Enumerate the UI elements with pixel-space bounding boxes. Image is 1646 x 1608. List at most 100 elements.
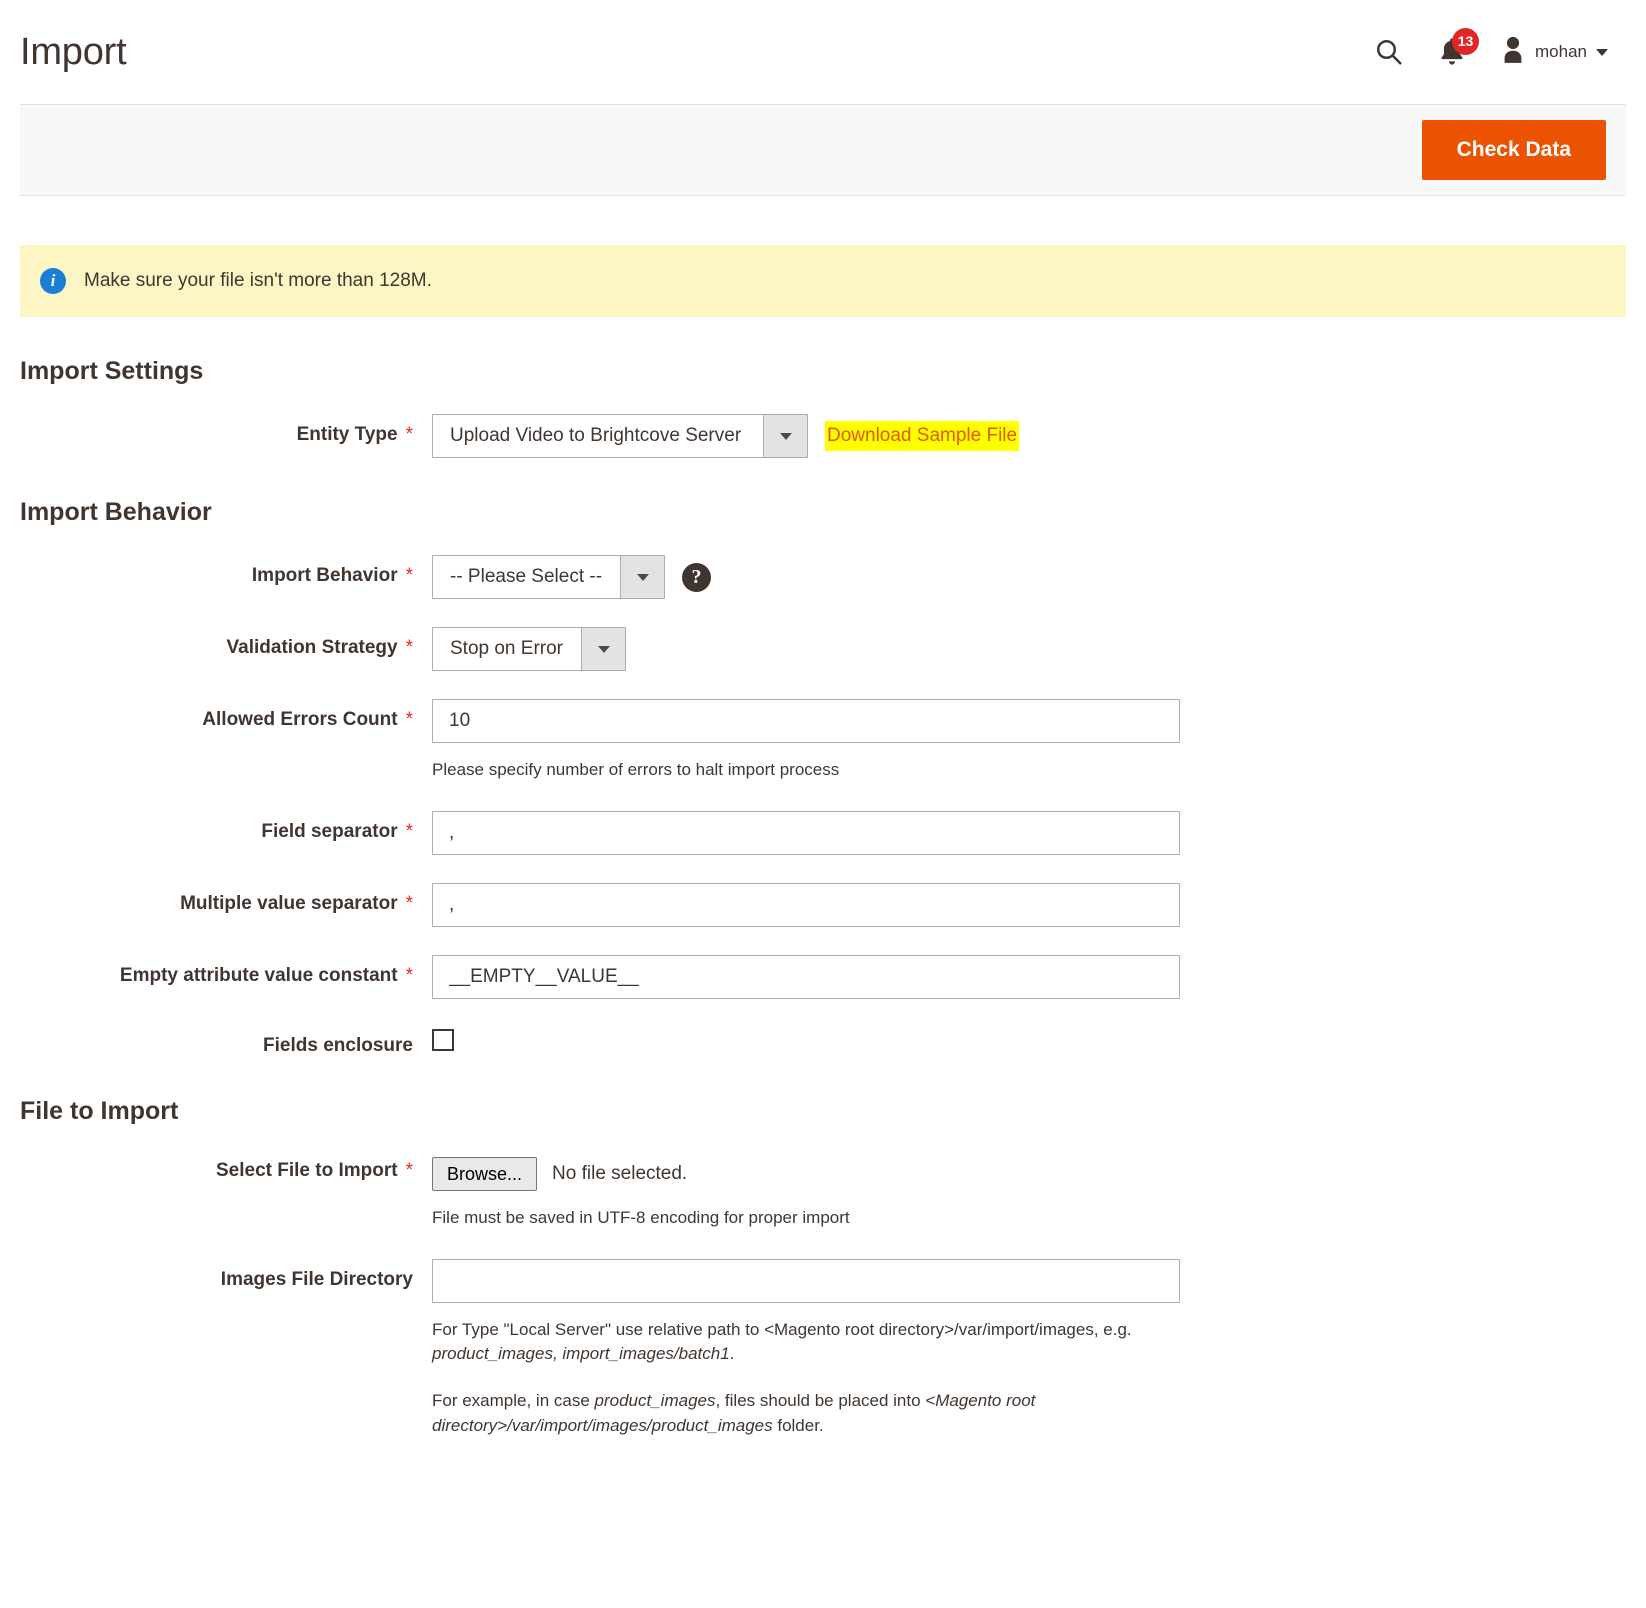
entity-type-control: Upload Video to Brightcove Server Downlo…	[413, 414, 1626, 458]
selected-file-status: No file selected.	[552, 1163, 687, 1185]
info-icon: i	[40, 268, 66, 294]
allowed-errors-note-text: Please specify number of errors to halt …	[432, 758, 1192, 783]
empty-attribute-constant-label: Empty attribute value constant	[120, 965, 398, 986]
images-directory-note-line-1: For Type "Local Server" use relative pat…	[432, 1318, 1192, 1367]
check-data-button[interactable]: Check Data	[1422, 120, 1606, 179]
notifications-bell-icon[interactable]: 13	[1438, 37, 1466, 67]
page-actions-toolbar: Check Data	[20, 104, 1626, 196]
field-validation-strategy: Validation Strategy * Stop on Error	[20, 627, 1626, 671]
field-field-separator: Field separator *	[20, 811, 1626, 855]
select-file-control: Browse... No file selected. File must be…	[413, 1154, 1626, 1231]
allowed-errors-label: Allowed Errors Count	[202, 709, 397, 730]
required-asterisk: *	[406, 1160, 413, 1181]
import-behavior-legend: Import Behavior	[20, 498, 1626, 527]
select-file-note-text: File must be saved in UTF-8 encoding for…	[432, 1206, 1192, 1231]
images-directory-label-box: Images File Directory	[20, 1259, 413, 1291]
user-avatar-icon	[1500, 36, 1526, 69]
note2-part2: product_images	[595, 1391, 716, 1410]
import-settings-legend: Import Settings	[20, 357, 1626, 386]
page-header: Import 13 mohan	[0, 0, 1646, 104]
empty-attribute-constant-control	[413, 955, 1626, 999]
chevron-down-icon	[1596, 49, 1608, 56]
field-select-file-to-import: Select File to Import * Browse... No file…	[20, 1154, 1626, 1231]
fields-enclosure-control	[413, 1027, 1626, 1056]
select-file-note: File must be saved in UTF-8 encoding for…	[432, 1206, 1192, 1231]
field-allowed-errors-count: Allowed Errors Count * Please specify num…	[20, 699, 1626, 783]
file-to-import-fieldset: File to Import Select File to Import * Br…	[20, 1057, 1626, 1439]
validation-strategy-label-box: Validation Strategy *	[20, 627, 413, 659]
validation-strategy-control: Stop on Error	[413, 627, 1626, 671]
images-directory-control: For Type "Local Server" use relative pat…	[413, 1259, 1626, 1439]
note2-part5: folder.	[773, 1416, 824, 1435]
question-mark-icon[interactable]: ?	[682, 563, 711, 592]
note1-part3: .	[730, 1344, 735, 1363]
field-separator-label-box: Field separator *	[20, 811, 413, 843]
required-asterisk: *	[406, 821, 413, 842]
note1-part1: For Type "Local Server" use relative pat…	[432, 1320, 1132, 1339]
download-sample-file-link[interactable]: Download Sample File	[825, 421, 1019, 452]
validation-strategy-selected-value: Stop on Error	[433, 628, 581, 670]
multiple-value-separator-input[interactable]	[432, 883, 1180, 927]
notification-count-badge: 13	[1452, 28, 1479, 55]
field-empty-attribute-constant: Empty attribute value constant*	[20, 955, 1626, 999]
import-behavior-label: Import Behavior	[252, 565, 398, 586]
import-form: Import Settings Entity Type * Upload Vide…	[0, 317, 1646, 1438]
validation-strategy-label: Validation Strategy	[227, 637, 398, 658]
field-entity-type: Entity Type * Upload Video to Brightcove …	[20, 414, 1626, 458]
note1-part2: product_images, import_images/batch1	[432, 1344, 730, 1363]
multiple-value-separator-control	[413, 883, 1626, 927]
empty-attribute-constant-input[interactable]	[432, 955, 1180, 999]
fields-enclosure-label-box: Fields enclosure	[20, 1027, 413, 1057]
select-file-label: Select File to Import	[216, 1160, 398, 1181]
images-directory-label: Images File Directory	[221, 1269, 413, 1290]
chevron-down-icon	[620, 556, 664, 598]
user-menu[interactable]: mohan	[1500, 36, 1608, 69]
multiple-value-separator-label: Multiple value separator	[180, 893, 398, 914]
note2-part3: , files should be placed into	[715, 1391, 925, 1410]
fields-enclosure-checkbox[interactable]	[432, 1029, 454, 1051]
entity-type-label: Entity Type	[297, 424, 398, 445]
allowed-errors-input[interactable]	[432, 699, 1180, 743]
file-to-import-legend: File to Import	[20, 1097, 1626, 1126]
required-asterisk: *	[406, 709, 413, 730]
images-directory-input[interactable]	[432, 1259, 1180, 1303]
images-directory-note: For Type "Local Server" use relative pat…	[432, 1318, 1192, 1439]
field-separator-control	[413, 811, 1626, 855]
entity-type-selected-value: Upload Video to Brightcove Server	[433, 415, 763, 457]
fields-enclosure-label: Fields enclosure	[263, 1035, 413, 1056]
user-menu-label: mohan	[1535, 42, 1587, 62]
import-settings-fieldset: Import Settings Entity Type * Upload Vide…	[20, 317, 1626, 458]
notice-message-text: Make sure your file isn't more than 128M…	[84, 270, 432, 292]
field-fields-enclosure: Fields enclosure	[20, 1027, 1626, 1057]
required-asterisk: *	[406, 637, 413, 658]
field-images-file-directory: Images File Directory For Type "Local Se…	[20, 1259, 1626, 1439]
entity-type-label-box: Entity Type *	[20, 414, 413, 446]
select-file-label-box: Select File to Import *	[20, 1154, 413, 1182]
allowed-errors-control: Please specify number of errors to halt …	[413, 699, 1626, 783]
messages-container: i Make sure your file isn't more than 12…	[20, 245, 1626, 317]
field-separator-input[interactable]	[432, 811, 1180, 855]
search-icon[interactable]	[1374, 37, 1404, 67]
images-directory-note-line-2: For example, in case product_images, fil…	[432, 1389, 1192, 1438]
required-asterisk: *	[406, 893, 413, 914]
browse-file-button[interactable]: Browse...	[432, 1157, 537, 1192]
notice-message: i Make sure your file isn't more than 12…	[20, 245, 1626, 317]
allowed-errors-label-box: Allowed Errors Count *	[20, 699, 413, 731]
required-asterisk: *	[406, 424, 413, 445]
validation-strategy-select[interactable]: Stop on Error	[432, 627, 626, 671]
import-behavior-label-box: Import Behavior *	[20, 555, 413, 587]
chevron-down-icon	[763, 415, 807, 457]
allowed-errors-note: Please specify number of errors to halt …	[432, 758, 1192, 783]
import-behavior-fieldset: Import Behavior Import Behavior * -- Plea…	[20, 458, 1626, 1057]
field-separator-label: Field separator	[261, 821, 397, 842]
field-multiple-value-separator: Multiple value separator *	[20, 883, 1626, 927]
page-title: Import	[20, 33, 127, 71]
required-asterisk: *	[406, 565, 413, 586]
multiple-value-separator-label-box: Multiple value separator *	[20, 883, 413, 915]
entity-type-select[interactable]: Upload Video to Brightcove Server	[432, 414, 808, 458]
import-behavior-selected-value: -- Please Select --	[433, 556, 620, 598]
note2-part1: For example, in case	[432, 1391, 595, 1410]
header-actions: 13 mohan	[1374, 36, 1626, 69]
field-import-behavior: Import Behavior * -- Please Select -- ?	[20, 555, 1626, 599]
import-behavior-select[interactable]: -- Please Select --	[432, 555, 665, 599]
